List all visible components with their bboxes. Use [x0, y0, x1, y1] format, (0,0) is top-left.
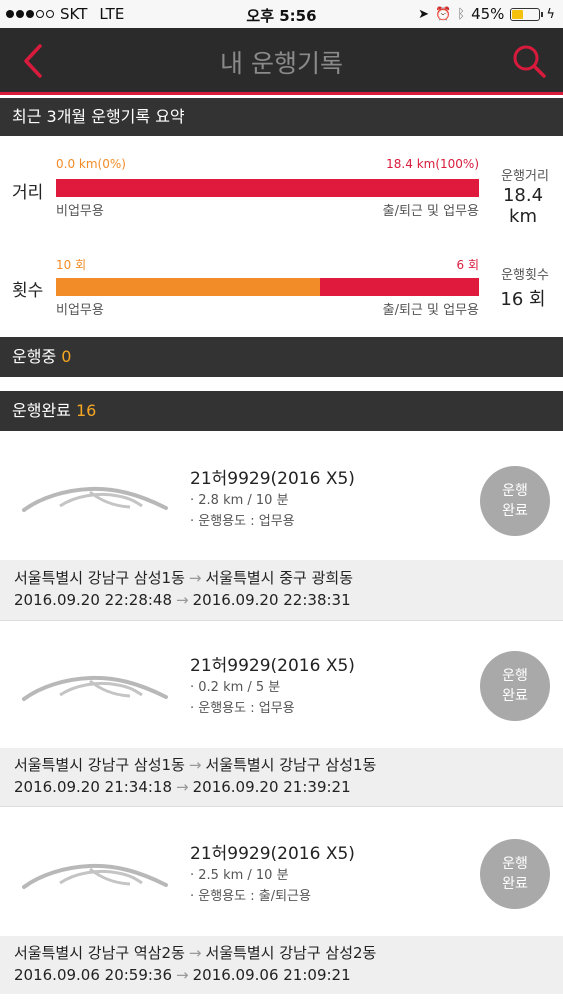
distance-bar	[56, 179, 479, 197]
trip-usage: · 운행용도 : 업무용	[190, 514, 295, 529]
completed-count: 16	[75, 401, 97, 420]
page-title: 내 운행기록	[220, 49, 343, 78]
trip-from: 서울특별시 강남구 역삼2동	[14, 944, 185, 962]
battery-percent: 45%	[471, 5, 505, 23]
search-icon	[513, 45, 546, 78]
trip-to: 서울특별시 강남구 삼성1동	[205, 756, 377, 774]
trip-distance-time: · 0.2 km / 5 분	[190, 680, 281, 695]
battery-icon	[510, 7, 544, 21]
trip-location-line: 서울특별시 강남구 삼성1동 → 서울특별시 중구 광희동	[14, 567, 563, 589]
trip-distance-time: · 2.8 km / 10 분	[190, 493, 289, 508]
trip-car-name: 21허9929(2016 X5)	[190, 656, 355, 676]
location-icon: ➤	[418, 6, 430, 22]
trip-car-name: 21허9929(2016 X5)	[190, 844, 355, 864]
charging-icon: ϟ	[546, 6, 555, 22]
count-left-caption: 비업무용	[56, 303, 104, 318]
trip-distance-time: · 2.5 km / 10 분	[190, 868, 289, 883]
count-bar-nonbusiness	[56, 278, 321, 296]
trip-status-badge: 운행 완료	[480, 651, 550, 721]
trip-time-line: 2016.09.20 22:28:48 → 2016.09.20 22:38:31	[14, 589, 563, 611]
trip-start-time: 2016.09.20 21:34:18	[14, 778, 173, 796]
in-progress-label: 운행중	[12, 347, 57, 366]
summary-header-label: 최근 3개월 운행기록 요약	[12, 107, 185, 126]
count-bar	[56, 278, 479, 296]
status-right: ➤ ⏰ ᛒ 45% ϟ	[418, 5, 555, 23]
trip-car-name: 21허9929(2016 X5)	[190, 469, 355, 489]
trip-route: 서울특별시 강남구 역삼2동 → 서울특별시 강남구 삼성2동 2016.09.06…	[0, 936, 563, 994]
distance-bar-business	[56, 179, 479, 197]
bluetooth-icon: ᛒ	[457, 6, 466, 22]
trip-from: 서울특별시 강남구 삼성1동	[14, 756, 185, 774]
distance-left-caption: 비업무용	[56, 204, 104, 219]
distance-left-value: 0.0 km(0%)	[56, 157, 126, 171]
completed-label: 운행완료	[12, 401, 71, 420]
summary-header: 최근 3개월 운행기록 요약	[0, 98, 563, 136]
trip-status-line1: 운행	[502, 668, 528, 684]
distance-total: 18.4 km	[502, 185, 544, 227]
trip-status-badge: 운행 완료	[480, 839, 550, 909]
trip-status-line2: 완료	[502, 503, 528, 519]
in-progress-count: 0	[61, 347, 72, 366]
trip-usage: · 운행용도 : 출/퇴근용	[190, 889, 311, 904]
trip-end-time: 2016.09.20 22:38:31	[192, 591, 351, 609]
search-button[interactable]	[511, 42, 547, 80]
trip-end-time: 2016.09.06 21:09:21	[192, 966, 351, 984]
trip-status-line1: 운행	[502, 856, 528, 872]
count-bar-business	[320, 278, 479, 296]
trip-time-line: 2016.09.20 21:34:18 → 2016.09.20 21:39:21	[14, 776, 563, 798]
in-progress-header[interactable]: 운행중 0	[0, 337, 563, 377]
arrow-right-icon: →	[176, 591, 189, 609]
trip-item[interactable]: 21허9929(2016 X5) · 0.2 km / 5 분 · 운행용도 :…	[0, 620, 563, 749]
trip-start-time: 2016.09.06 20:59:36	[14, 966, 173, 984]
trip-from: 서울특별시 강남구 삼성1동	[14, 569, 185, 587]
car-icon	[22, 675, 168, 701]
nav-bar: 내 운행기록	[0, 28, 563, 95]
distance-label: 거리	[12, 183, 44, 203]
trip-item[interactable]: 21허9929(2016 X5) · 2.5 km / 10 분 · 운행용도 …	[0, 806, 563, 937]
distance-side-caption: 운행거리	[501, 169, 549, 184]
status-bar: SKT LTE 오후 5:56 ➤ ⏰ ᛒ 45% ϟ	[0, 0, 563, 28]
trip-route: 서울특별시 강남구 삼성1동 → 서울특별시 강남구 삼성1동 2016.09.20…	[0, 748, 563, 806]
trip-route: 서울특별시 강남구 삼성1동 → 서울특별시 중구 광희동 2016.09.20 2…	[0, 560, 563, 620]
trip-to: 서울특별시 중구 광희동	[205, 569, 354, 587]
trip-end-time: 2016.09.20 21:39:21	[192, 778, 351, 796]
trip-usage: · 운행용도 : 업무용	[190, 701, 295, 716]
completed-header[interactable]: 운행완료 16	[0, 391, 563, 431]
arrow-right-icon: →	[188, 569, 202, 587]
count-side-caption: 운행횟수	[501, 268, 549, 283]
distance-right-caption: 출/퇴근 및 업무용	[382, 204, 479, 219]
arrow-right-icon: →	[188, 944, 202, 962]
trip-status-line2: 완료	[502, 688, 528, 704]
trip-status-line1: 운행	[502, 483, 528, 499]
trip-start-time: 2016.09.20 22:28:48	[14, 591, 173, 609]
count-label: 횟수	[12, 281, 44, 301]
trip-status-badge: 운행 완료	[480, 466, 550, 536]
count-total: 16 회	[500, 289, 546, 310]
arrow-right-icon: →	[176, 966, 189, 984]
trip-to: 서울특별시 강남구 삼성2동	[205, 944, 377, 962]
alarm-icon: ⏰	[435, 6, 452, 22]
count-right-caption: 출/퇴근 및 업무용	[382, 303, 479, 318]
distance-right-value: 18.4 km(100%)	[386, 157, 479, 171]
arrow-right-icon: →	[188, 756, 202, 774]
trip-status-line2: 완료	[502, 876, 528, 892]
car-icon	[22, 486, 168, 512]
trip-location-line: 서울특별시 강남구 삼성1동 → 서울특별시 강남구 삼성1동	[14, 754, 563, 776]
arrow-right-icon: →	[176, 778, 189, 796]
trip-item[interactable]: 21허9929(2016 X5) · 2.8 km / 10 분 · 운행용도 …	[0, 432, 563, 560]
trip-time-line: 2016.09.06 20:59:36 → 2016.09.06 21:09:21	[14, 964, 563, 986]
count-right-value: 6 회	[456, 258, 480, 272]
car-icon	[22, 863, 168, 889]
count-left-value: 10 회	[56, 258, 87, 272]
trip-location-line: 서울특별시 강남구 역삼2동 → 서울특별시 강남구 삼성2동	[14, 942, 563, 964]
